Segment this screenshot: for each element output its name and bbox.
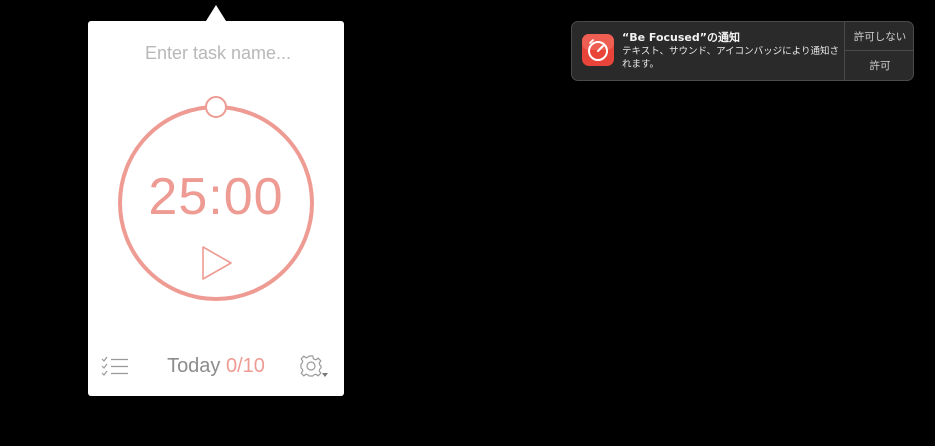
ring-drag-handle[interactable] xyxy=(205,96,227,118)
deny-button[interactable]: 許可しない xyxy=(845,22,913,51)
today-progress: Today 0/10 xyxy=(148,355,284,378)
chevron-down-icon xyxy=(322,373,328,377)
gear-icon xyxy=(300,355,328,377)
allow-button[interactable]: 許可 xyxy=(845,51,913,80)
today-count: 0/10 xyxy=(226,355,265,377)
notification-title: “Be Focused”の通知 xyxy=(622,31,740,44)
settings-button[interactable] xyxy=(298,353,330,381)
popover-arrow xyxy=(206,5,226,21)
notification-actions: 許可しない 許可 xyxy=(844,22,913,80)
play-button[interactable] xyxy=(198,245,234,281)
be-focused-app-icon xyxy=(582,34,614,66)
timer-display: 25:00 xyxy=(148,168,284,226)
play-icon xyxy=(202,246,232,280)
task-list-button[interactable] xyxy=(101,356,129,376)
notification-body: テキスト、サウンド、アイコンバッジにより通知されます。 xyxy=(622,46,839,70)
notification-banner: “Be Focused”の通知 テキスト、サウンド、アイコンバッジにより通知され… xyxy=(571,21,914,81)
timer-popover: 25:00 Today 0/10 xyxy=(88,21,344,396)
today-label: Today xyxy=(167,355,221,377)
task-list-icon xyxy=(101,356,128,376)
